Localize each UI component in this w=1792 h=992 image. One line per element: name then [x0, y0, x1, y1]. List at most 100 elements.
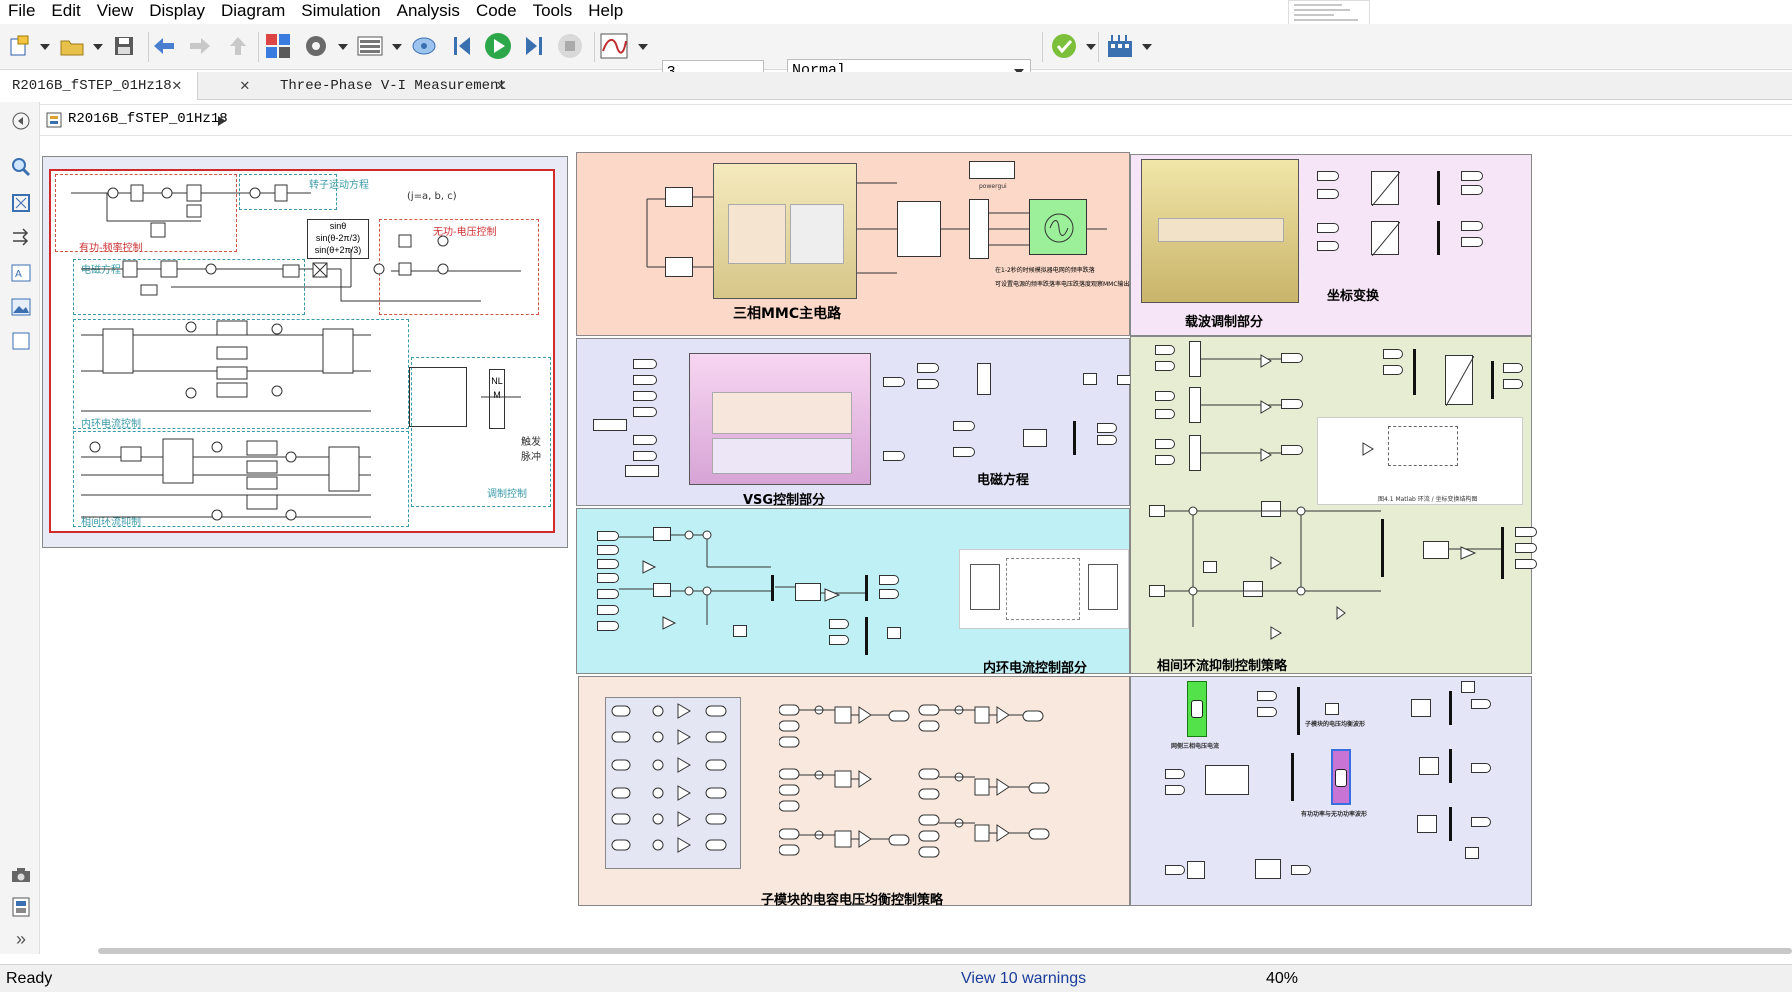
outport[interactable] [1471, 763, 1491, 773]
menu-edit[interactable]: Edit [43, 1, 88, 21]
inport[interactable] [1317, 171, 1339, 181]
panel-carrier-coord[interactable]: 载波调制部分 坐标变换 [1130, 154, 1532, 336]
manual-switch-block[interactable] [1187, 861, 1205, 879]
power-calc-block[interactable] [1205, 765, 1249, 795]
close-icon[interactable]: ✕ [172, 72, 182, 100]
inport[interactable] [633, 435, 657, 445]
constant-block[interactable] [625, 465, 659, 477]
open-icon[interactable] [58, 32, 86, 60]
outport[interactable] [1461, 221, 1483, 231]
inport[interactable] [1165, 785, 1185, 795]
grid-vi-scope[interactable] [1187, 681, 1207, 737]
panel-scopes[interactable]: 网侧三相电压电流 子模块的电压均衡波形 有功功率与无功功率波形 [1130, 676, 1532, 906]
gain-block[interactable] [1083, 373, 1097, 385]
menu-analysis[interactable]: Analysis [389, 1, 468, 21]
data-inspector-icon[interactable] [600, 32, 628, 60]
outport[interactable] [883, 377, 905, 387]
inport[interactable] [917, 363, 939, 373]
outport[interactable] [1471, 817, 1491, 827]
area-icon[interactable] [10, 330, 32, 352]
menu-code[interactable]: Code [468, 1, 525, 21]
menu-tools[interactable]: Tools [525, 1, 581, 21]
pq-scope[interactable] [1331, 749, 1351, 805]
sorting-subsystem[interactable] [605, 697, 741, 869]
model-settings-icon[interactable] [302, 32, 330, 60]
model-explorer-icon[interactable] [356, 32, 384, 60]
menu-view[interactable]: View [89, 1, 142, 21]
menu-help[interactable]: Help [580, 1, 631, 21]
inport[interactable] [1257, 707, 1277, 717]
tab-model[interactable]: R2016B_fSTEP_01Hz18 ✕ [0, 72, 198, 100]
outport[interactable] [1461, 171, 1483, 181]
inport[interactable] [633, 451, 657, 461]
build-dropdown-icon[interactable] [1142, 44, 1152, 50]
close-icon[interactable]: ✕ [496, 72, 506, 100]
carrier-subsystem[interactable] [1141, 159, 1299, 303]
outport[interactable] [1471, 699, 1491, 709]
view-warnings-link[interactable]: View 10 warnings [961, 970, 1086, 988]
chevron-right-icon[interactable] [218, 116, 226, 126]
outport[interactable] [1291, 865, 1311, 875]
inport[interactable] [633, 407, 657, 417]
scope-block[interactable] [1461, 681, 1475, 693]
constant-block[interactable] [593, 419, 627, 431]
model-explorer-dropdown-icon[interactable] [392, 44, 402, 50]
fit-to-view-icon[interactable] [10, 192, 32, 214]
sm-voltage-scope[interactable] [1325, 703, 1339, 715]
arrows-icon[interactable] [10, 226, 32, 248]
annotation-icon[interactable]: A [10, 262, 32, 284]
tab-empty[interactable]: ✕ [198, 72, 268, 100]
inport[interactable] [1257, 691, 1277, 701]
inport[interactable] [633, 375, 657, 385]
sum-block[interactable] [977, 363, 991, 395]
up-icon[interactable] [224, 32, 252, 60]
step-forward-icon[interactable] [520, 32, 548, 60]
outport[interactable] [883, 451, 905, 461]
inport[interactable] [633, 359, 657, 369]
zoom-icon[interactable] [10, 156, 32, 178]
inport[interactable] [633, 391, 657, 401]
back-icon[interactable] [150, 32, 178, 60]
new-model-dropdown-icon[interactable] [40, 44, 50, 50]
inport[interactable] [953, 447, 975, 457]
panel-vsg-control[interactable]: VSG控制部分 电磁方程 [576, 338, 1137, 508]
menu-diagram[interactable]: Diagram [213, 1, 293, 21]
data-inspector-dropdown-icon[interactable] [638, 44, 648, 50]
gain-block[interactable] [1417, 815, 1437, 833]
run-icon[interactable] [484, 32, 512, 60]
panel-capacitor-balance[interactable]: 子模块的电容电压均衡控制策略 [578, 676, 1130, 908]
stop-icon[interactable] [556, 32, 584, 60]
menu-display[interactable]: Display [141, 1, 213, 21]
diagram-canvas[interactable]: 转子运动方程 有功-频率控制 无功-电压控制 电磁方程 内环电流控制 相间环流抑… [40, 138, 1792, 954]
outport[interactable] [1461, 185, 1483, 195]
debug-icon[interactable] [410, 32, 438, 60]
menu-simulation[interactable]: Simulation [293, 1, 388, 21]
build-icon[interactable] [1106, 32, 1134, 60]
scope-block[interactable] [1465, 847, 1479, 859]
inport[interactable] [1165, 769, 1185, 779]
open-dropdown-icon[interactable] [93, 44, 103, 50]
abc-dq-block-2[interactable] [1371, 221, 1401, 257]
outport[interactable] [1461, 237, 1483, 247]
close-icon[interactable]: ✕ [240, 72, 250, 100]
panel-mmc-main-circuit[interactable]: powergui 在1-2秒的时候模拟器电网的频率跌落 可设置电源的频率跌落率电… [576, 152, 1142, 336]
inport[interactable] [1317, 189, 1339, 199]
inport[interactable] [1165, 865, 1185, 875]
image-icon[interactable] [10, 296, 32, 318]
horizontal-scrollbar[interactable] [98, 948, 1792, 954]
hide-explorer-icon[interactable] [10, 110, 32, 132]
inport[interactable] [1317, 241, 1339, 251]
library-browser-icon[interactable] [264, 32, 292, 60]
inport[interactable] [953, 421, 975, 431]
step-back-icon[interactable] [448, 32, 476, 60]
integrator-block[interactable] [1023, 429, 1047, 447]
gain-block[interactable] [1411, 699, 1431, 717]
update-diagram-dropdown-icon[interactable] [1086, 44, 1096, 50]
abc-dq-block-1[interactable] [1371, 171, 1401, 207]
tab-three-phase-vi[interactable]: Three-Phase V-I Measurement ✕ [268, 72, 524, 100]
update-diagram-icon[interactable] [1050, 32, 1078, 60]
camera-icon[interactable] [10, 864, 32, 886]
expand-palette-icon[interactable]: » [10, 928, 32, 950]
gain-block[interactable] [1419, 757, 1439, 775]
save-icon[interactable] [110, 32, 138, 60]
